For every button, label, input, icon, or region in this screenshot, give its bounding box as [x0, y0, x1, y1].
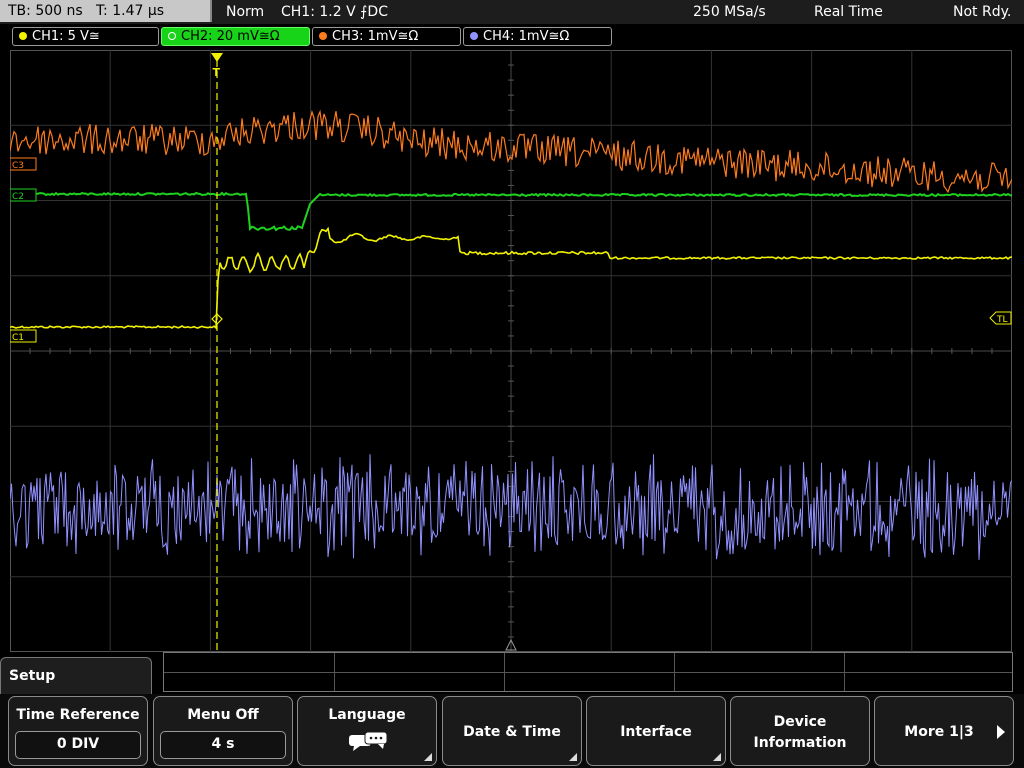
sample-rate: 250 MSa/s — [693, 4, 766, 20]
timebase-value: TB: 500 ns — [8, 3, 83, 19]
ch1-marker-label: C1 — [12, 333, 24, 343]
ch3-ground-marker[interactable]: C3 — [10, 157, 37, 171]
ch2-ground-marker[interactable]: C2 — [10, 188, 37, 202]
trigger-time-value: T: 1.47 µs — [96, 3, 165, 19]
status-bar: TB: 500 ns T: 1.47 µs Norm CH1: 1.2 V ⨍D… — [0, 0, 1024, 24]
trigger-slope-coupling: ⨍DC — [360, 4, 388, 20]
device-information-label-2: Information — [753, 735, 847, 751]
submenu-indicator-icon — [569, 753, 577, 761]
ch4-label: CH4: 1mV≅Ω — [483, 29, 570, 44]
device-information-button[interactable]: Device Information — [730, 696, 870, 766]
trigger-position-label: T — [213, 66, 221, 79]
menu-off-label: Menu Off — [187, 707, 259, 723]
time-reference-value: 0 DIV — [15, 731, 141, 759]
channel-2-box[interactable]: CH2: 20 mV≅Ω — [161, 27, 310, 46]
submenu-indicator-icon — [713, 753, 721, 761]
channel-bar: CH1: 5 V≅ CH2: 20 mV≅Ω CH3: 1mV≅Ω CH4: 1… — [0, 25, 1024, 49]
ch3-marker-label: C3 — [12, 161, 24, 171]
measurement-strip — [163, 652, 1013, 692]
ch3-color-dot — [319, 32, 327, 40]
ch4-color-dot — [470, 32, 478, 40]
softkey-bar: Time Reference 0 DIV Menu Off 4 s Langua… — [0, 694, 1024, 768]
interface-button[interactable]: Interface — [586, 696, 726, 766]
trigger-status: Not Rdy. — [953, 4, 1012, 20]
time-reference-button[interactable]: Time Reference 0 DIV — [8, 696, 148, 766]
trigger-level-label: TL — [996, 315, 1008, 325]
date-time-button[interactable]: Date & Time — [442, 696, 582, 766]
more-button[interactable]: More 1|3 — [874, 696, 1014, 766]
more-label: More 1|3 — [904, 724, 974, 740]
trigger-mode[interactable]: Norm — [226, 0, 264, 24]
waveform-display[interactable]: T C3 C2 C1 TL — [10, 50, 1012, 652]
channel-4-box[interactable]: CH4: 1mV≅Ω — [463, 27, 612, 46]
trigger-source-text: CH1: 1.2 V — [281, 4, 356, 20]
submenu-indicator-icon — [424, 753, 432, 761]
menu-title-tab: Setup — [0, 657, 152, 697]
interface-label: Interface — [620, 724, 692, 740]
menu-off-value: 4 s — [160, 731, 286, 759]
waveform-svg: T C3 C2 C1 TL — [10, 50, 1012, 652]
speech-bubbles-icon — [349, 731, 388, 751]
arrow-right-icon — [997, 725, 1005, 739]
ch2-marker-label: C2 — [12, 192, 24, 202]
time-reference-label: Time Reference — [16, 707, 140, 723]
device-information-label: Device — [773, 714, 827, 730]
channel-1-box[interactable]: CH1: 5 V≅ — [12, 27, 159, 46]
timebase-box[interactable]: TB: 500 ns T: 1.47 µs — [0, 0, 212, 22]
ch2-color-dot — [168, 32, 176, 40]
measurement-divider — [164, 672, 1012, 673]
channel-3-box[interactable]: CH3: 1mV≅Ω — [312, 27, 461, 46]
ch1-label: CH1: 5 V≅ — [32, 29, 100, 44]
ch2-label: CH2: 20 mV≅Ω — [181, 29, 280, 44]
ch3-label: CH3: 1mV≅Ω — [332, 29, 419, 44]
ch1-color-dot — [19, 32, 27, 40]
language-label: Language — [328, 707, 406, 723]
ch1-ground-marker[interactable]: C1 — [10, 329, 37, 343]
acquisition-mode[interactable]: Real Time — [814, 0, 883, 24]
menu-off-button[interactable]: Menu Off 4 s — [153, 696, 293, 766]
language-button[interactable]: Language — [297, 696, 437, 766]
date-time-label: Date & Time — [463, 724, 561, 740]
trigger-source[interactable]: CH1: 1.2 V ⨍DC — [281, 0, 388, 24]
menu-title: Setup — [9, 668, 56, 684]
